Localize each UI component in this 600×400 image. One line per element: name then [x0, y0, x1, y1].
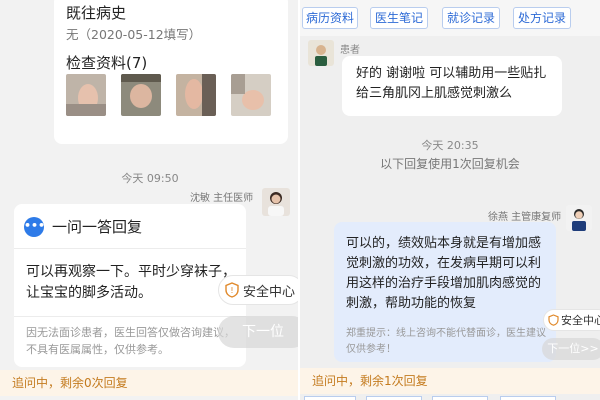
doctor-name: 沈敏 主任医师: [190, 193, 254, 204]
doctor-name: 徐燕 主管康复师: [488, 212, 562, 223]
exam-photo-2[interactable]: [121, 74, 161, 116]
exam-photo-3[interactable]: [176, 74, 216, 116]
exam-title: 检查资料(7): [66, 54, 148, 72]
tab-doctor-notes[interactable]: 医生笔记: [370, 7, 428, 29]
divider: [14, 248, 246, 249]
divider: [14, 316, 246, 317]
status-bar: 追问中，剩余1次回复: [300, 368, 600, 394]
history-value: 无（2020-05-12填写）: [66, 27, 202, 42]
tab-medical-records[interactable]: 病历资料: [302, 7, 358, 29]
message-time: 今天 20:35: [421, 139, 479, 152]
doctor-message-text: 可以的，绩效贴本身就是有增加感觉刺激的功效，在发病早期可以利用这样的治疗手段增加…: [346, 236, 542, 311]
exam-photo-1[interactable]: [66, 74, 106, 116]
patient-label: 患者: [340, 45, 360, 56]
doctor-avatar[interactable]: [566, 205, 592, 231]
next-patient-button[interactable]: 下一位>>: [542, 338, 600, 360]
answer-card: ••• 一问一答回复 可以再观察一下。平时少穿袜子，让宝宝的脚多活动。 因无法面…: [14, 204, 246, 367]
left-chat-panel: 既往病史 无（2020-05-12填写） 检查资料(7) 今天 09:50 沈敏…: [0, 0, 300, 400]
chat-bubble-icon: •••: [24, 216, 45, 237]
doctor-disclaimer: 郑重提示：线上咨询不能代替面诊，医生建议仅供参考！: [346, 328, 546, 355]
tab-prescription-records[interactable]: 处方记录: [513, 7, 571, 29]
doctor-message: 可以的，绩效贴本身就是有增加感觉刺激的功效，在发病早期可以利用这样的治疗手段增加…: [334, 222, 556, 362]
status-bar: 追问中，剩余0次回复: [0, 370, 300, 396]
safety-center-label: 安全中心: [243, 284, 296, 300]
bottom-strip: [300, 396, 600, 400]
answer-title: 一问一答回复: [52, 218, 143, 236]
patient-message: 好的 谢谢啦 可以辅助用一些贴扎给三角肌冈上肌感觉刺激么: [342, 56, 562, 116]
svg-text:!: !: [230, 286, 233, 295]
shield-icon: [548, 314, 559, 326]
safety-center-button[interactable]: 安全中心: [543, 309, 600, 331]
record-tabs: 病历资料 医生笔记 就诊记录 处方记录: [300, 0, 600, 36]
doctor-avatar[interactable]: [262, 188, 290, 216]
safety-center-label: 安全中心: [561, 314, 600, 327]
shield-icon: !: [225, 282, 239, 298]
patient-avatar[interactable]: [308, 40, 334, 66]
next-patient-button[interactable]: 下一位: [218, 316, 300, 348]
medical-history-card: 既往病史 无（2020-05-12填写） 检查资料(7): [54, 0, 288, 144]
reply-usage-note: 以下回复使用1次回复机会: [380, 157, 520, 171]
message-time: 今天 09:50: [121, 172, 179, 185]
answer-disclaimer: 因无法面诊患者，医生回答仅做咨询建议，不具有医属属性，仅供参考。: [26, 326, 235, 356]
history-title: 既往病史: [66, 4, 127, 22]
exam-photo-4[interactable]: [231, 74, 271, 116]
answer-body: 可以再观察一下。平时少穿袜子，让宝宝的脚多活动。: [26, 264, 236, 301]
tab-visit-records[interactable]: 就诊记录: [442, 7, 500, 29]
safety-center-button[interactable]: ! 安全中心: [218, 275, 300, 305]
